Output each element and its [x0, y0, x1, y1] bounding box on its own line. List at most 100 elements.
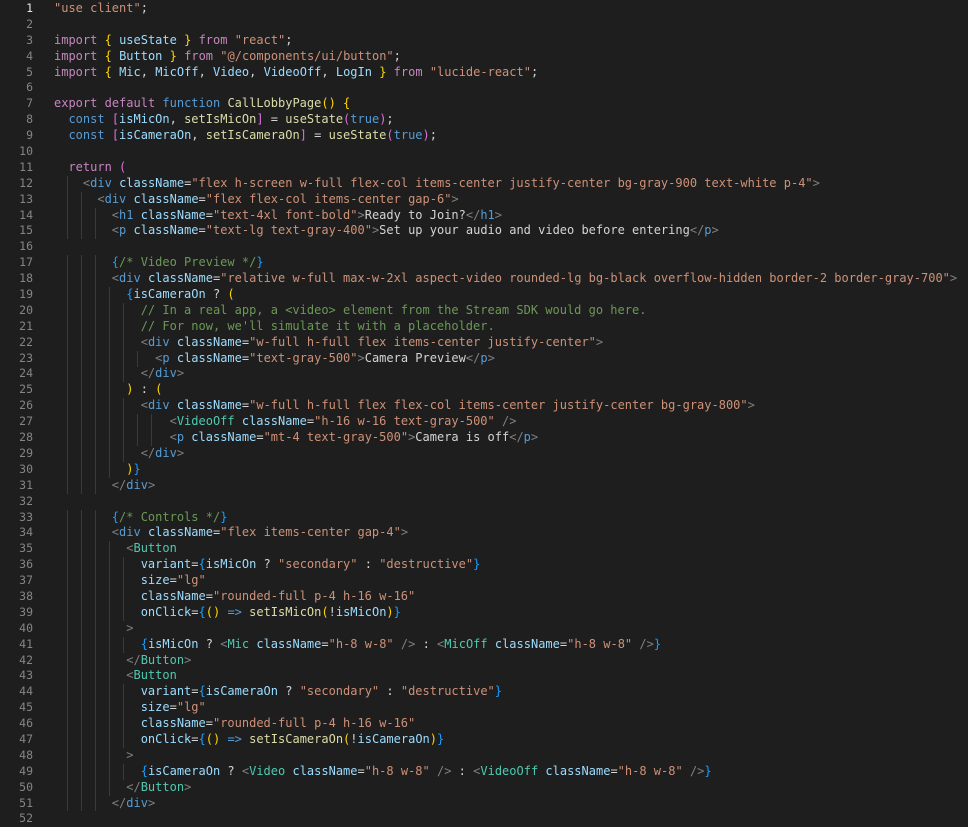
- code-text: >: [54, 620, 968, 637]
- code-line[interactable]: 41 {isMicOn ? <Mic className="h-8 w-8" /…: [0, 636, 968, 653]
- code-token: =: [191, 731, 199, 746]
- code-line[interactable]: 3 import { useState } from "react";: [0, 33, 968, 49]
- code-line[interactable]: 22 <div className="w-full h-full flex it…: [0, 334, 968, 351]
- code-line[interactable]: 19 {isCameraOn ? (: [0, 287, 968, 303]
- code-token: <: [111, 223, 120, 238]
- indent-guide: [67, 509, 68, 526]
- code-token: from: [184, 48, 214, 63]
- code-line[interactable]: 5 import { Mic, MicOff, Video, VideoOff, …: [0, 65, 968, 81]
- indent-guide: [67, 700, 68, 717]
- code-token: "secondary": [278, 557, 358, 572]
- code-line[interactable]: 48 >: [0, 747, 968, 764]
- code-token: =>: [227, 731, 242, 746]
- code-line[interactable]: 50 </Button>: [0, 779, 968, 796]
- code-line[interactable]: 39 onClick={() => setIsMicOn(!isMicOn)}: [0, 604, 968, 621]
- code-token: "destructive": [379, 557, 474, 572]
- code-token: =: [205, 716, 213, 731]
- code-line[interactable]: 17 {/* Video Preview */}: [0, 255, 968, 272]
- code-token: isCameraOn: [133, 287, 206, 302]
- code-line[interactable]: 26 <div className="w-full h-full flex fl…: [0, 398, 968, 415]
- indent-guide: [81, 271, 82, 288]
- code-text: size="lg": [54, 573, 968, 589]
- code-line[interactable]: 23 <p className="text-gray-500">Camera P…: [0, 350, 968, 367]
- code-token: Ready to Join?: [364, 207, 466, 222]
- code-line[interactable]: 37 size="lg": [0, 573, 968, 589]
- code-token: "react": [234, 32, 286, 47]
- code-text: <p className="text-gray-500">Camera Prev…: [54, 350, 968, 367]
- code-token: </: [465, 350, 481, 365]
- code-line[interactable]: 51 </div>: [0, 795, 968, 812]
- indent-guide: [81, 636, 82, 653]
- line-number: 5: [26, 64, 33, 79]
- code-line[interactable]: 15 < p className="text-lg text-gray-400" >…: [0, 223, 968, 240]
- code-line[interactable]: 13 <div className="flex flex-col items-c…: [0, 191, 968, 208]
- code-line[interactable]: 20 // In a real app, a <video> element f…: [0, 302, 968, 319]
- code-token: "secondary": [299, 684, 380, 699]
- code-line[interactable]: 38 className="rounded-full p-4 h-16 w-16…: [0, 588, 968, 605]
- code-line[interactable]: 30 )}: [0, 461, 968, 478]
- code-text: >: [54, 747, 968, 764]
- code-line[interactable]: 49 {isCameraOn ? <Video className="h-8 w…: [0, 763, 968, 780]
- code-line[interactable]: 35 <Button: [0, 541, 968, 558]
- code-line[interactable]: 2: [0, 17, 968, 33]
- code-line[interactable]: 28 <p className="mt-4 text-gray-500">Cam…: [0, 430, 968, 446]
- indent-guide: [95, 207, 96, 224]
- code-line[interactable]: 29 </div>: [0, 445, 968, 462]
- code-token: "flex flex-col items-center gap-6": [205, 191, 452, 206]
- code-line[interactable]: 46 className="rounded-full p-4 h-16 w-16…: [0, 716, 968, 732]
- code-token: >: [812, 175, 820, 190]
- indent-guide: [67, 191, 68, 208]
- code-token: <: [169, 430, 177, 445]
- code-line[interactable]: 14 <h1 className="text-4xl font-bold">Re…: [0, 207, 968, 224]
- code-line[interactable]: 52: [0, 811, 968, 827]
- code-line[interactable]: 43 <Button: [0, 668, 968, 685]
- line-number: 14: [19, 207, 33, 222]
- code-token: />: [501, 414, 517, 429]
- code-line[interactable]: 12 <div className="flex h-screen w-full …: [0, 175, 968, 192]
- indent-guide: [81, 604, 82, 621]
- code-editor[interactable]: 1 "use client"; 2 3 import { useState } from…: [0, 0, 968, 825]
- code-line[interactable]: 1 "use client";: [0, 1, 968, 17]
- indent-guide: [95, 668, 96, 685]
- code-line[interactable]: 36 variant={isMicOn ? "secondary" : "des…: [0, 557, 968, 574]
- code-token: =: [256, 430, 264, 445]
- code-token: className: [140, 588, 206, 603]
- code-token: ,: [198, 64, 214, 79]
- indent-guide: [67, 271, 68, 288]
- code-token: ,: [169, 112, 185, 127]
- code-line[interactable]: 11 return (: [0, 160, 968, 176]
- indent-guide: [109, 763, 110, 780]
- indent-guide: [67, 747, 68, 764]
- code-line[interactable]: 44 variant={isCameraOn ? "secondary" : "…: [0, 684, 968, 701]
- code-line[interactable]: 8 const [isMicOn, setIsMicOn] = useState…: [0, 112, 968, 128]
- code-line[interactable]: 24 </div>: [0, 366, 968, 383]
- code-text: <div className="relative w-full max-w-2x…: [54, 271, 968, 288]
- code-line[interactable]: 27 <VideoOff className="h-16 w-16 text-g…: [0, 414, 968, 431]
- code-line[interactable]: 9 const [isCameraOn, setIsCameraOn] = us…: [0, 128, 968, 144]
- code-line[interactable]: 40 >: [0, 620, 968, 637]
- code-line[interactable]: 45 size="lg": [0, 700, 968, 717]
- code-line[interactable]: 32: [0, 494, 968, 510]
- code-line[interactable]: 25 ) : (: [0, 382, 968, 399]
- code-line[interactable]: 34 <div className="flex items-center gap…: [0, 525, 968, 542]
- code-line[interactable]: 4 import { Button } from "@/components/ui…: [0, 49, 968, 65]
- code-line[interactable]: 21 // For now, we'll simulate it with a …: [0, 318, 968, 335]
- code-line[interactable]: 47 onClick={() => setIsCameraOn(!isCamer…: [0, 731, 968, 748]
- code-text: <Button: [54, 541, 968, 558]
- code-line[interactable]: 42 </Button>: [0, 652, 968, 669]
- code-line[interactable]: 7 export default function CallLobbyPage()…: [0, 96, 968, 112]
- code-line[interactable]: 6: [0, 80, 968, 96]
- code-line[interactable]: 16: [0, 239, 968, 255]
- code-token: div: [126, 795, 148, 810]
- code-token: ]: [299, 128, 307, 143]
- code-token: ,: [249, 64, 264, 79]
- code-line[interactable]: 33 {/* Controls */}: [0, 509, 968, 526]
- code-line[interactable]: 10: [0, 144, 968, 160]
- code-line[interactable]: 31 </div>: [0, 477, 968, 494]
- code-line[interactable]: 18 <div className="relative w-full max-w…: [0, 271, 968, 288]
